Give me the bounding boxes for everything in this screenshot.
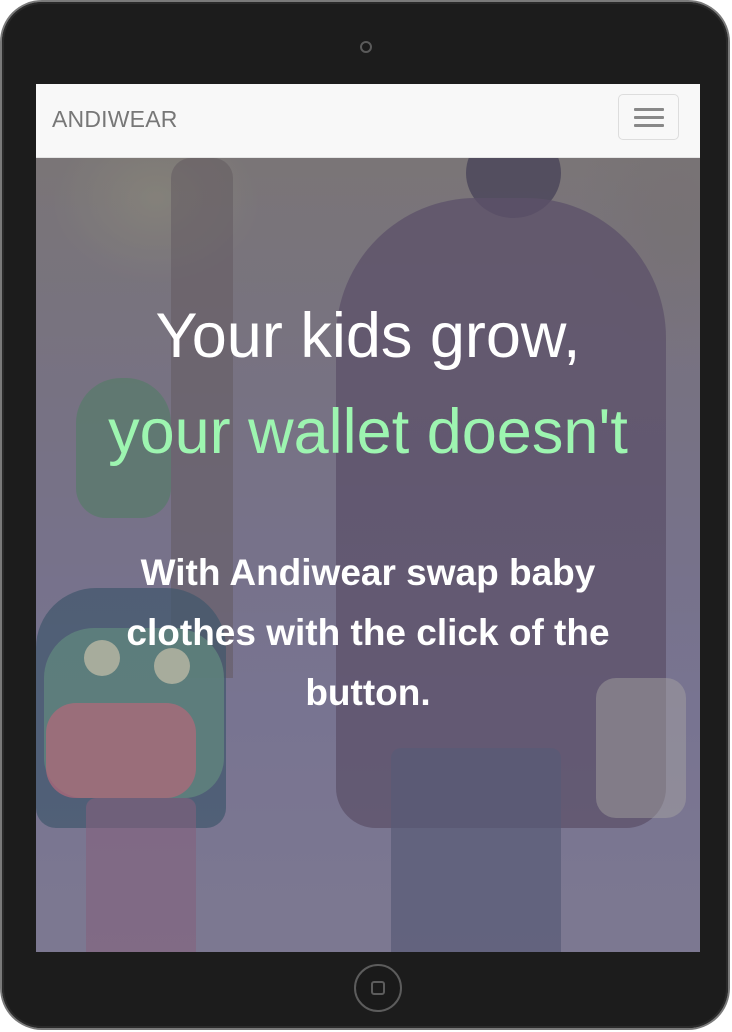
hero-section: Your kids grow, your wallet doesn't With… [36, 158, 700, 952]
home-square-icon [371, 981, 385, 995]
tablet-device-frame: ANDIWEAR Your kids grow, your wallet doe… [2, 2, 728, 1028]
front-camera [360, 41, 372, 53]
tablet-screen: ANDIWEAR Your kids grow, your wallet doe… [36, 84, 700, 952]
hero-text-block: Your kids grow, your wallet doesn't With… [36, 158, 700, 952]
hero-subtext: With Andiwear swap baby clothes with the… [126, 552, 610, 713]
hamburger-bar [634, 116, 664, 119]
navbar: ANDIWEAR [36, 84, 700, 158]
brand-logo-link[interactable]: ANDIWEAR [52, 106, 178, 133]
hamburger-bar [634, 124, 664, 127]
hamburger-bar [634, 108, 664, 111]
hero-headline-line2: your wallet doesn't [108, 397, 628, 467]
hero-headline-line1: Your kids grow, [155, 301, 581, 371]
home-button[interactable] [354, 964, 402, 1012]
navbar-toggle-button[interactable] [618, 94, 679, 140]
